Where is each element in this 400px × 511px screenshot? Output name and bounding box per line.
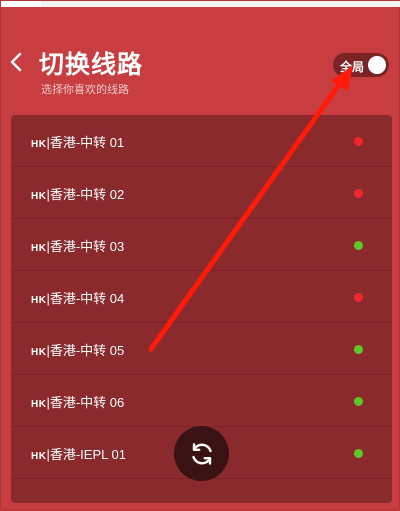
route-switch-window: 切换线路 选择你喜欢的线路 全局 HK|香港-中转 01 HK|香港-中转 02 H…	[0, 0, 400, 510]
global-mode-toggle[interactable]: 全局	[333, 53, 389, 77]
chevron-left-icon	[10, 52, 22, 72]
route-name: |香港-中转 02	[46, 187, 125, 202]
route-name: |香港-中转 06	[46, 395, 125, 410]
route-name: |香港-IEPL 01	[46, 447, 126, 462]
route-status-dot	[354, 241, 363, 250]
header: 切换线路 选择你喜欢的线路 全局	[1, 7, 400, 107]
route-item[interactable]: HK|香港-中转 03	[11, 219, 392, 271]
route-region-code: HK	[31, 347, 47, 358]
route-label: HK|香港-中转 01	[31, 132, 124, 151]
route-status-dot	[354, 137, 363, 146]
toggle-knob	[368, 56, 386, 74]
back-button[interactable]	[9, 51, 23, 73]
route-item[interactable]: HK|香港-中转 05	[11, 323, 392, 375]
route-region-code: HK	[31, 399, 47, 410]
route-name: |香港-中转 04	[46, 291, 125, 306]
route-label: HK|香港-中转 06	[31, 392, 124, 411]
route-item[interactable]: HK|香港-中转 01	[11, 115, 392, 167]
page-title: 切换线路	[39, 51, 144, 79]
route-name: |香港-中转 05	[46, 343, 125, 358]
route-label: HK|香港-中转 04	[31, 288, 124, 307]
route-item[interactable]: HK|香港-中转 06	[11, 375, 392, 427]
route-item[interactable]: HK|香港-中转 02	[11, 167, 392, 219]
route-region-code: HK	[31, 451, 47, 462]
route-region-code: HK	[31, 139, 47, 150]
route-item[interactable]: HK|香港-中转 04	[11, 271, 392, 323]
route-label: HK|香港-中转 03	[31, 236, 124, 255]
route-status-dot	[354, 449, 363, 458]
route-status-dot	[354, 189, 363, 198]
route-region-code: HK	[31, 295, 47, 306]
global-mode-label: 全局	[340, 60, 365, 74]
refresh-button[interactable]	[174, 426, 229, 481]
route-name: |香港-中转 01	[46, 135, 125, 150]
refresh-icon	[191, 442, 212, 465]
route-status-dot	[354, 397, 363, 406]
route-status-dot	[354, 345, 363, 354]
route-label: HK|香港-中转 05	[31, 340, 124, 359]
route-region-code: HK	[31, 243, 47, 254]
route-status-dot	[354, 293, 363, 302]
route-region-code: HK	[31, 191, 47, 202]
route-name: |香港-中转 03	[46, 239, 125, 254]
page-subtitle: 选择你喜欢的线路	[41, 84, 129, 96]
route-label: HK|香港-中转 02	[31, 184, 124, 203]
route-label: HK|香港-IEPL 01	[31, 444, 126, 463]
